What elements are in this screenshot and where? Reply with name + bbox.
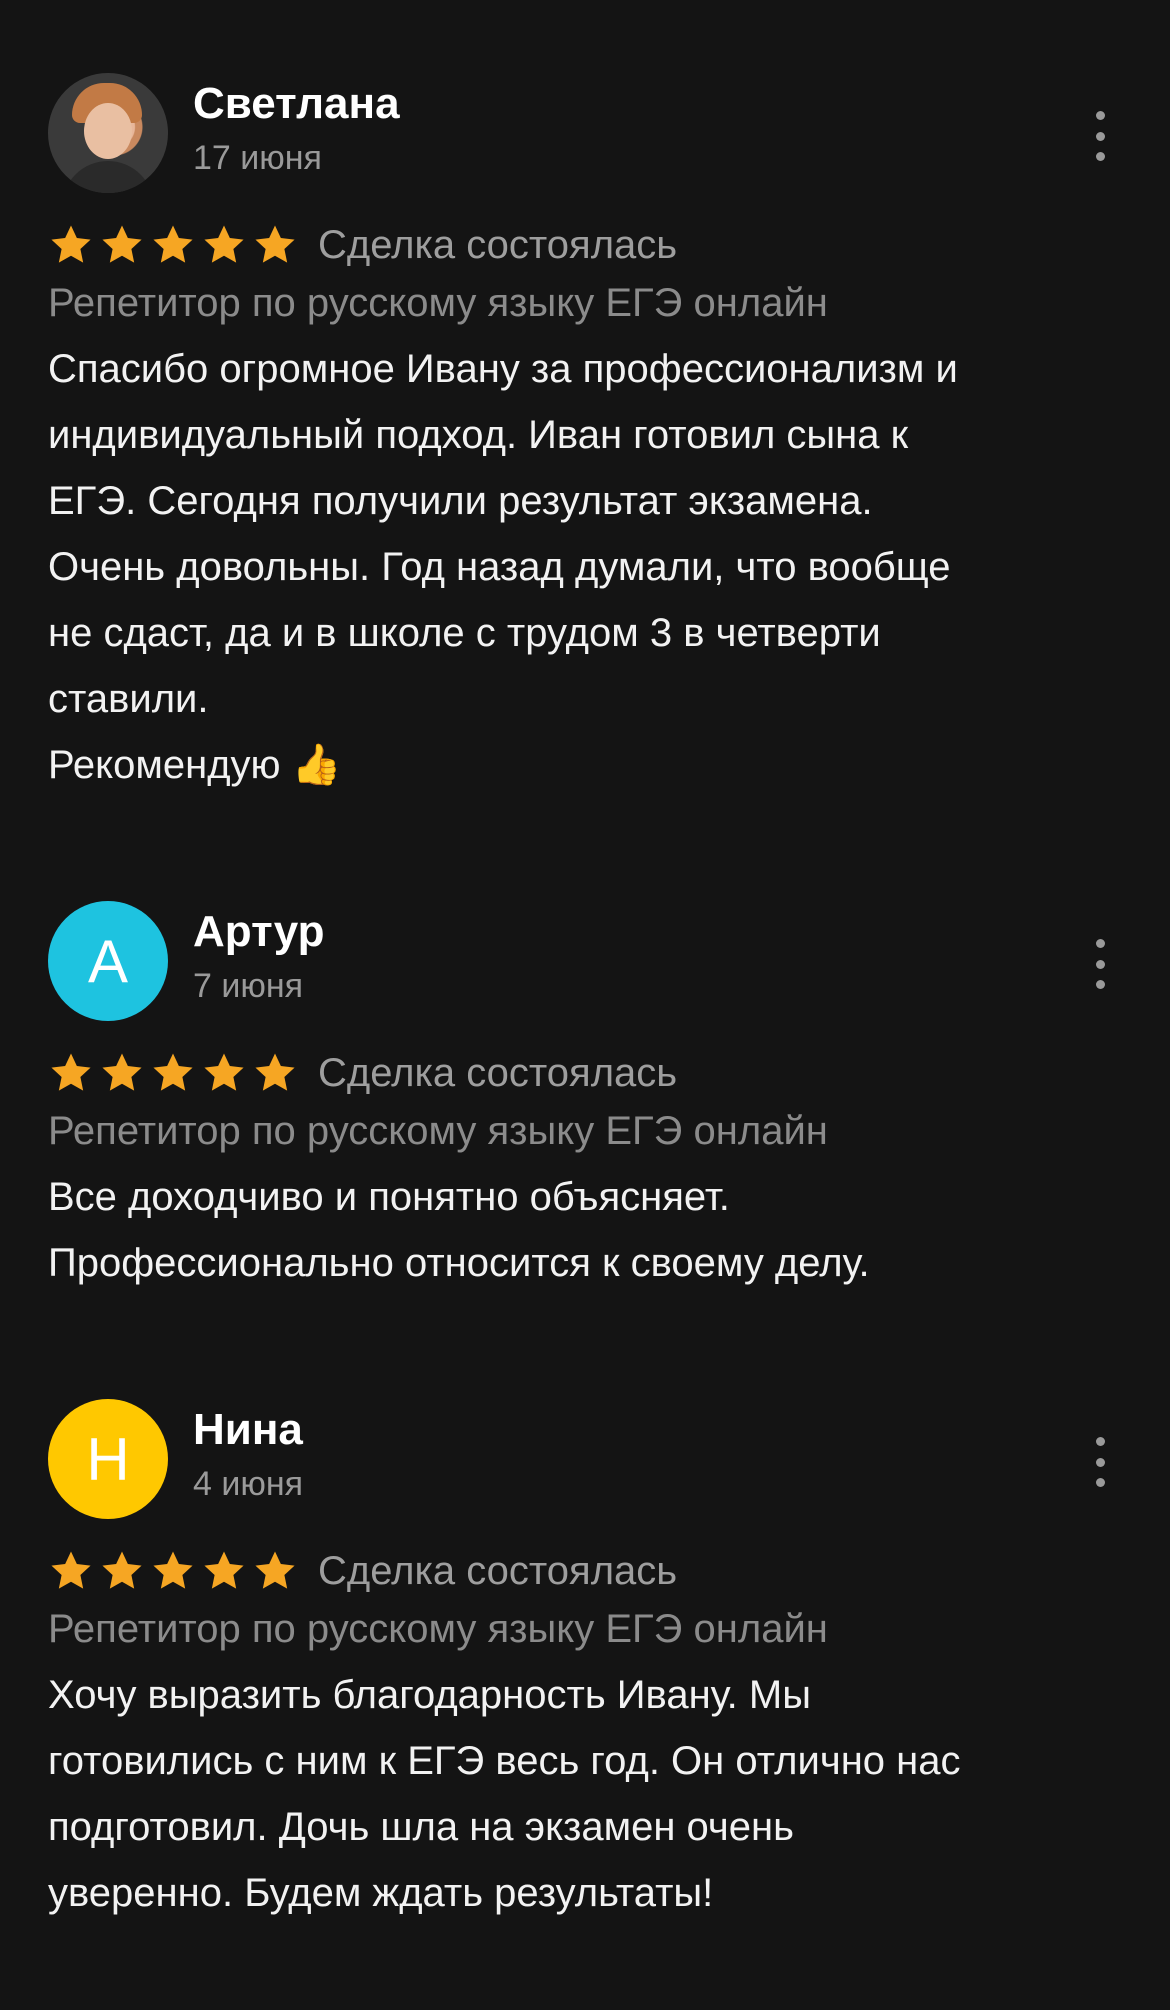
more-options-button[interactable]	[1080, 111, 1120, 161]
star-icon	[255, 1551, 295, 1589]
star-icon	[102, 1053, 142, 1091]
rating-row: Сделка состоялась	[48, 1043, 1120, 1103]
service-name[interactable]: Репетитор по русскому языку ЕГЭ онлайн	[48, 1109, 1120, 1154]
more-dot	[1095, 939, 1105, 948]
more-dot	[1095, 111, 1105, 120]
star-rating	[48, 1548, 298, 1594]
service-name[interactable]: Репетитор по русскому языку ЕГЭ онлайн	[48, 281, 1120, 326]
reviewer-name[interactable]: Нина	[193, 1405, 303, 1455]
review-text-line: индивидуальный подход. Иван готовил сына…	[48, 413, 909, 457]
star-rating	[48, 222, 298, 268]
star-rating	[48, 1050, 298, 1096]
avatar[interactable]: А	[48, 901, 168, 1021]
reviewer-name[interactable]: Артур	[193, 907, 324, 957]
more-options-button[interactable]	[1080, 939, 1120, 989]
avatar[interactable]	[48, 73, 168, 193]
more-dot	[1095, 1457, 1105, 1467]
review-text-line: Все доходчиво и понятно объясняет.	[48, 1175, 730, 1219]
review-text: Хочу выразить благодарность Ивану. Мы го…	[48, 1662, 1120, 1926]
review-text-line: Хочу выразить благодарность Ивану. Мы	[48, 1673, 811, 1717]
avatar-face	[84, 103, 132, 159]
review-text-line: подготовил. Дочь шла на экзамен очень	[48, 1805, 794, 1849]
review-card: Светлана 17 июня Сделка состоялась Репет…	[48, 73, 1120, 798]
more-dot	[1095, 1437, 1105, 1446]
star-icon	[153, 225, 193, 263]
more-dot	[1095, 152, 1105, 161]
star-icon	[204, 1551, 244, 1589]
review-card: Н Нина 4 июня Сделка состоялась Репетито…	[48, 1399, 1120, 1926]
review-text: Спасибо огромное Ивану за профессионализ…	[48, 336, 1120, 798]
deal-status: Сделка состоялась	[318, 1050, 678, 1095]
avatar-body	[62, 161, 154, 193]
review-date: 7 июня	[193, 967, 304, 1005]
star-icon	[204, 225, 244, 263]
review-text-line: ЕГЭ. Сегодня получили результат экзамена…	[48, 479, 873, 523]
review-text-line: Очень довольны. Год назад думали, что во…	[48, 545, 951, 589]
rating-row: Сделка состоялась	[48, 1541, 1120, 1601]
star-icon	[153, 1551, 193, 1589]
deal-status: Сделка состоялась	[318, 1548, 678, 1593]
star-icon	[102, 1551, 142, 1589]
review-text-line: Рекомендую 👍	[48, 743, 342, 787]
review-text-line: ставили.	[48, 677, 209, 721]
reviewer-name[interactable]: Светлана	[193, 79, 400, 129]
review-text-line: готовились с ним к ЕГЭ весь год. Он отли…	[48, 1739, 961, 1783]
review-header: Н Нина 4 июня	[48, 1399, 1120, 1519]
more-dot	[1095, 959, 1105, 969]
review-header: Светлана 17 июня	[48, 73, 1120, 193]
star-icon	[51, 225, 91, 263]
deal-status: Сделка состоялась	[318, 222, 678, 267]
more-dot	[1095, 1478, 1105, 1487]
review-card: А Артур 7 июня Сделка состоялась Репетит…	[48, 901, 1120, 1296]
star-icon	[204, 1053, 244, 1091]
star-icon	[255, 1053, 295, 1091]
avatar-letter: Н	[86, 1425, 130, 1493]
star-icon	[51, 1551, 91, 1589]
review-date: 17 июня	[193, 139, 322, 177]
more-dot	[1095, 131, 1105, 141]
star-icon	[51, 1053, 91, 1091]
review-date: 4 июня	[193, 1465, 304, 1503]
review-text: Все доходчиво и понятно объясняет. Профе…	[48, 1164, 1120, 1296]
rating-row: Сделка состоялась	[48, 215, 1120, 275]
avatar[interactable]: Н	[48, 1399, 168, 1519]
more-dot	[1095, 980, 1105, 989]
star-icon	[255, 225, 295, 263]
avatar-letter: А	[87, 927, 129, 995]
review-text-line: уверенно. Будем ждать результаты!	[48, 1871, 714, 1915]
more-options-button[interactable]	[1080, 1437, 1120, 1487]
star-icon	[153, 1053, 193, 1091]
review-text-line: Профессионально относится к своему делу.	[48, 1241, 870, 1285]
review-text-line: не сдаст, да и в школе с трудом 3 в четв…	[48, 611, 881, 655]
service-name[interactable]: Репетитор по русскому языку ЕГЭ онлайн	[48, 1607, 1120, 1652]
review-header: А Артур 7 июня	[48, 901, 1120, 1021]
review-text-line: Спасибо огромное Ивану за профессионализ…	[48, 347, 958, 391]
star-icon	[102, 225, 142, 263]
